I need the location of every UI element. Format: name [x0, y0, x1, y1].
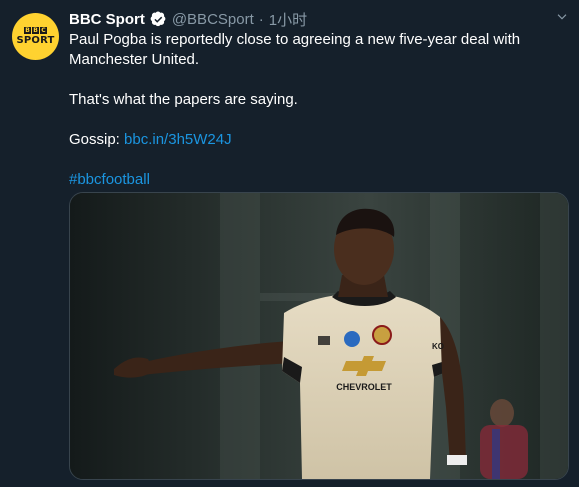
avatar[interactable]: B B C SPORT — [12, 13, 59, 60]
gossip-label: Gossip: — [69, 131, 125, 148]
tweet-line-gossip: Gossip: bbc.in/3h5W24J — [69, 130, 569, 150]
shirt-brand-text: KO — [432, 342, 444, 351]
display-name[interactable]: BBC Sport — [69, 11, 145, 28]
player-photo: CHEVROLET KO — [70, 193, 568, 479]
chevron-down-icon[interactable] — [555, 10, 569, 24]
tweet-line-hashtag: #bbcfootball — [69, 170, 569, 190]
tweet-line-1: Paul Pogba is reportedly close to agreei… — [69, 31, 521, 68]
handle[interactable]: @BBCSport — [172, 11, 254, 28]
bbc-letter-c: C — [40, 27, 47, 34]
tweet-header: BBC Sport @BBCSport · 1小时 — [69, 8, 307, 30]
bbc-letter-b1: B — [24, 27, 31, 34]
bbc-logo-blocks: B B C — [24, 27, 47, 34]
gossip-link[interactable]: bbc.in/3h5W24J — [124, 131, 232, 148]
tweet-line-2: That's what the papers are saying. — [69, 91, 298, 108]
tweet-media-photo[interactable]: CHEVROLET KO — [69, 192, 569, 480]
bbc-letter-b2: B — [32, 27, 39, 34]
separator-dot: · — [258, 10, 264, 28]
tweet[interactable]: B B C SPORT BBC Sport @BBCSport · 1小时 Pa… — [0, 0, 579, 487]
hashtag-link[interactable]: #bbcfootball — [69, 171, 150, 188]
bbc-logo-sport-word: SPORT — [16, 35, 55, 46]
tweet-text: Paul Pogba is reportedly close to agreei… — [69, 30, 569, 190]
timestamp[interactable]: 1小时 — [269, 9, 307, 30]
shirt-sponsor-text: CHEVROLET — [336, 382, 392, 392]
verified-badge-icon — [150, 10, 166, 26]
